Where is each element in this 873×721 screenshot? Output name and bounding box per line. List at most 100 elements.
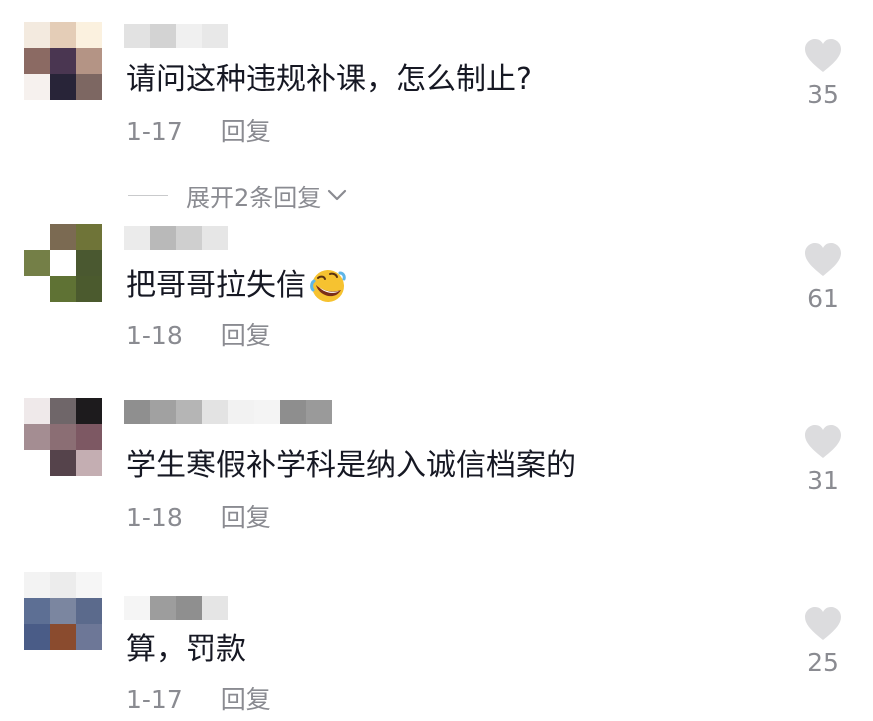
username-blurred[interactable] — [124, 24, 228, 48]
comment-text-content: 算，罚款 — [126, 632, 246, 667]
comment-text: 学生寒假补学科是纳入诚信档案的 — [126, 446, 576, 486]
comment-date: 1-17 — [126, 685, 183, 714]
username-pixel — [176, 596, 202, 620]
username-pixel — [150, 596, 176, 620]
avatar-pixel — [76, 276, 102, 302]
username-pixel — [124, 226, 150, 250]
avatar-pixel — [24, 22, 50, 48]
avatar-pixel — [76, 74, 102, 100]
avatar-pixel — [24, 572, 50, 598]
reply-button[interactable]: 回复 — [221, 685, 271, 714]
avatar[interactable] — [24, 572, 102, 650]
comment-text: 请问这种违规补课，怎么制止? — [126, 60, 532, 100]
rolling-on-floor-laughing-emoji — [310, 270, 346, 302]
username-pixel — [176, 24, 202, 48]
avatar-pixel — [50, 74, 76, 100]
avatar-pixel — [50, 598, 76, 624]
username-pixel — [254, 400, 280, 424]
username-pixel — [228, 400, 254, 424]
comment-date: 1-18 — [126, 503, 183, 532]
like-count: 61 — [807, 284, 839, 313]
avatar[interactable] — [24, 398, 102, 476]
username-pixel — [176, 400, 202, 424]
heart-icon[interactable] — [803, 38, 843, 74]
avatar-pixel — [76, 22, 102, 48]
comment-item: 算，罚款 1-17 回复 25 — [0, 566, 873, 721]
like-count: 35 — [807, 80, 839, 109]
divider-line — [128, 194, 168, 196]
comment-item: 把哥哥拉失信 1-18 回复 61 — [0, 200, 873, 380]
like-count: 31 — [807, 466, 839, 495]
avatar-pixel — [76, 48, 102, 74]
avatar-pixel — [50, 250, 76, 276]
reply-button[interactable]: 回复 — [221, 321, 271, 350]
avatar-pixel — [76, 424, 102, 450]
avatar-pixel — [24, 276, 50, 302]
username-pixel — [202, 400, 228, 424]
username-pixel — [202, 226, 228, 250]
avatar-pixel — [76, 624, 102, 650]
username-pixel — [124, 24, 150, 48]
avatar-pixel — [24, 598, 50, 624]
comment-text: 算，罚款 — [126, 630, 246, 670]
like-count: 25 — [807, 648, 839, 677]
username-pixel — [150, 24, 176, 48]
comment-text-content: 学生寒假补学科是纳入诚信档案的 — [126, 448, 576, 483]
avatar-pixel — [76, 250, 102, 276]
avatar-pixel — [24, 624, 50, 650]
comment-item: 学生寒假补学科是纳入诚信档案的 1-18 回复 31 — [0, 382, 873, 562]
avatar-pixel — [50, 424, 76, 450]
avatar-pixel — [24, 450, 50, 476]
heart-icon[interactable] — [803, 424, 843, 460]
avatar-pixel — [50, 22, 76, 48]
heart-icon[interactable] — [803, 606, 843, 642]
avatar-pixel — [24, 48, 50, 74]
comment-meta: 1-18 回复 — [126, 502, 271, 534]
comment-list: 请问这种违规补课，怎么制止? 1-17回复 35 展开2条回复 把哥哥拉失信 — [0, 0, 873, 721]
avatar-pixel — [24, 74, 50, 100]
reply-button[interactable]: 回复 — [221, 117, 271, 146]
comment-text-content: 把哥哥拉失信 — [126, 268, 306, 303]
username-pixel — [280, 400, 306, 424]
like-button[interactable]: 25 — [798, 606, 848, 677]
heart-icon[interactable] — [803, 242, 843, 278]
comment-item: 请问这种违规补课，怎么制止? 1-17 回复 35 — [0, 0, 873, 170]
username-pixel — [150, 226, 176, 250]
avatar-pixel — [50, 450, 76, 476]
username-pixel — [202, 24, 228, 48]
comment-meta: 1-18 回复 — [126, 320, 271, 352]
comment-text: 把哥哥拉失信 — [126, 266, 346, 306]
avatar-pixel — [76, 450, 102, 476]
comment-date: 1-18 — [126, 321, 183, 350]
avatar-pixel — [24, 424, 50, 450]
avatar-pixel — [50, 572, 76, 598]
avatar-pixel — [24, 250, 50, 276]
avatar-pixel — [50, 224, 76, 250]
username-blurred[interactable] — [124, 226, 228, 250]
username-blurred[interactable] — [124, 596, 228, 620]
avatar-pixel — [24, 398, 50, 424]
username-pixel — [124, 400, 150, 424]
avatar[interactable] — [24, 224, 102, 302]
avatar-pixel — [76, 398, 102, 424]
like-button[interactable]: 31 — [798, 424, 848, 495]
comment-meta: 1-17 回复 — [126, 684, 271, 716]
username-blurred[interactable] — [124, 400, 332, 424]
avatar[interactable] — [24, 22, 102, 100]
avatar-pixel — [50, 276, 76, 302]
like-button[interactable]: 35 — [798, 38, 848, 109]
avatar-pixel — [76, 224, 102, 250]
reply-button[interactable]: 回复 — [221, 503, 271, 532]
username-pixel — [306, 400, 332, 424]
avatar-pixel — [50, 398, 76, 424]
avatar-pixel — [76, 598, 102, 624]
avatar-pixel — [50, 624, 76, 650]
username-pixel — [150, 400, 176, 424]
username-pixel — [176, 226, 202, 250]
avatar-pixel — [24, 224, 50, 250]
avatar-pixel — [50, 48, 76, 74]
like-button[interactable]: 61 — [798, 242, 848, 313]
username-pixel — [124, 596, 150, 620]
comment-date: 1-17 — [126, 117, 183, 146]
username-pixel — [202, 596, 228, 620]
